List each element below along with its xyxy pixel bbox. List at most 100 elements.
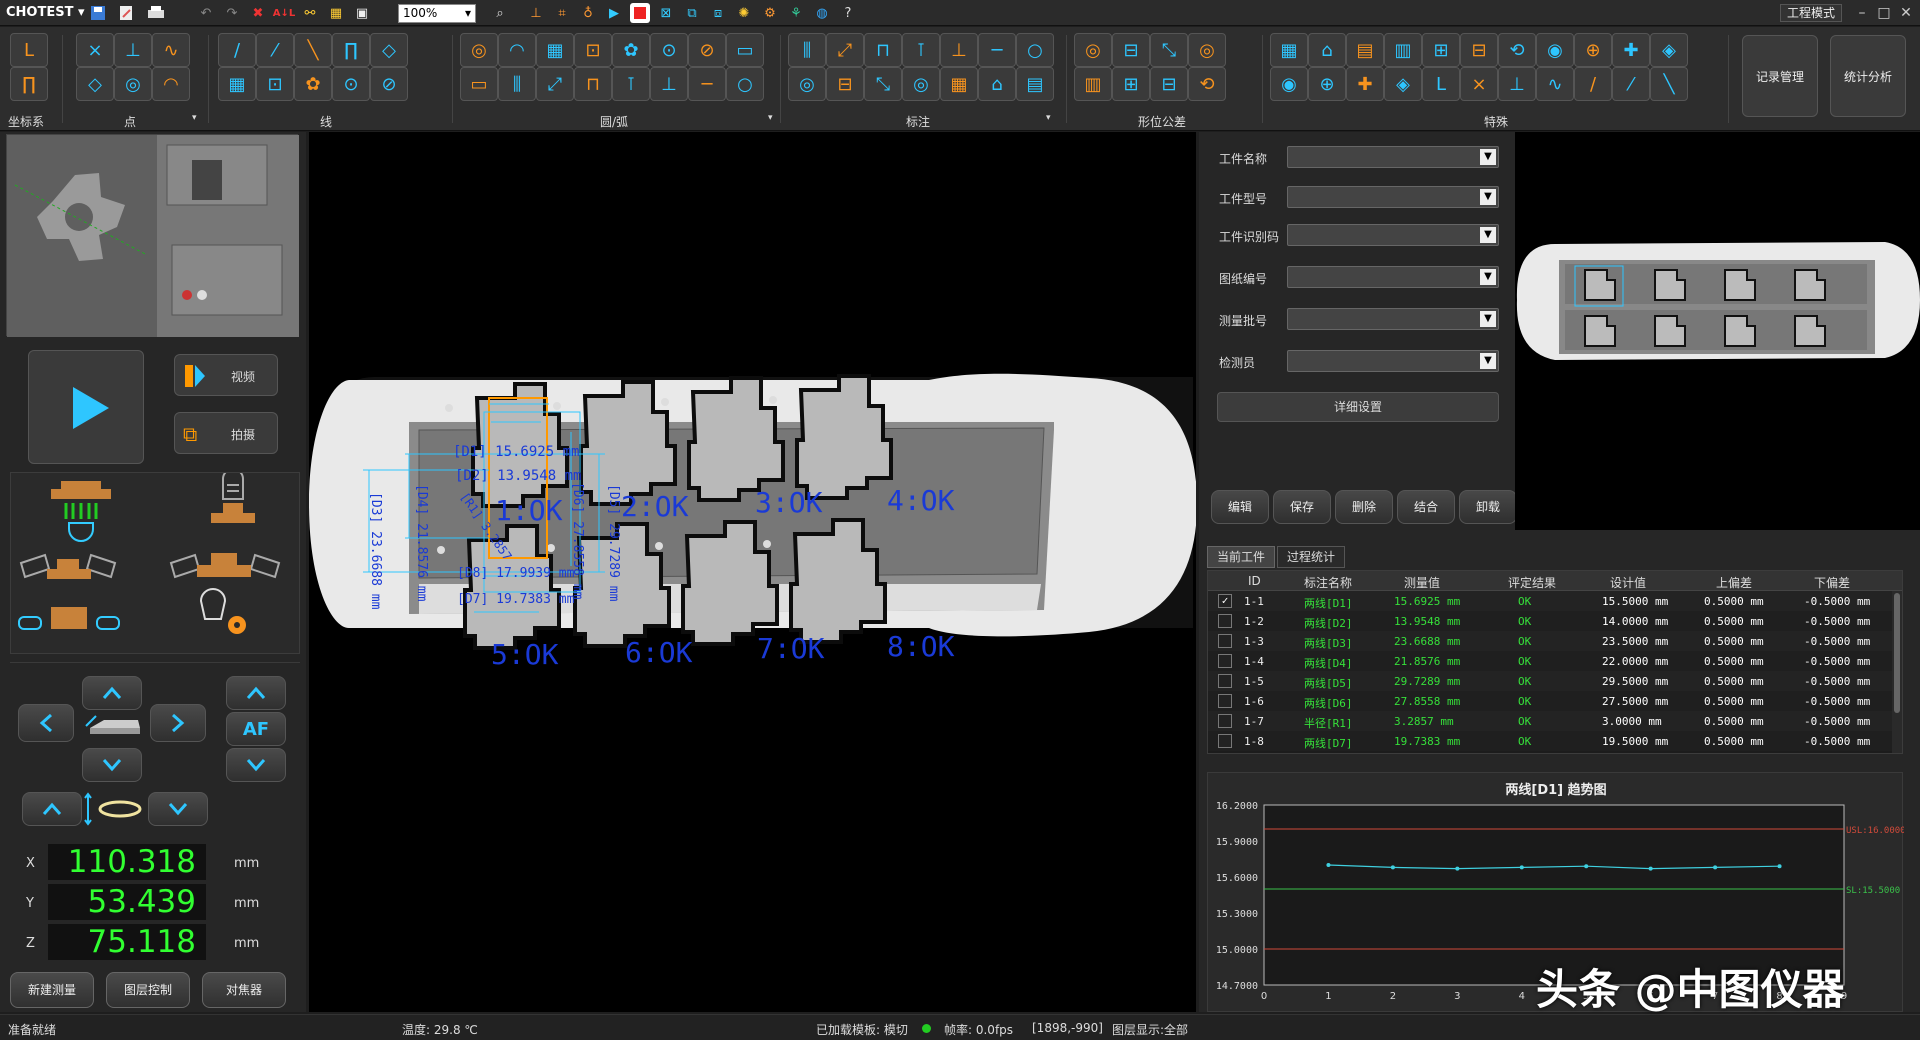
ribbon-tool-button[interactable]: ◠ (498, 33, 536, 67)
coaxial-light-icon[interactable] (51, 481, 111, 542)
batch-number-select[interactable]: ▼ (1287, 308, 1499, 330)
settings-gear-icon[interactable]: ⚙ (760, 3, 780, 23)
ribbon-tool-button[interactable]: ▦ (536, 33, 574, 67)
ribbon-tool-button[interactable]: ⟲ (1188, 67, 1226, 101)
ribbon-tool-button[interactable]: ⤡ (1150, 33, 1188, 67)
row-checkbox[interactable] (1218, 614, 1232, 628)
point-expand-icon[interactable]: ▾ (192, 113, 197, 123)
row-checkbox[interactable] (1218, 674, 1232, 688)
redo-icon[interactable]: ↷ (222, 3, 242, 23)
ribbon-tool-button[interactable]: ⊓ (864, 33, 902, 67)
table-scrollbar[interactable] (1892, 591, 1902, 753)
ribbon-tool-button[interactable]: ⊟ (826, 67, 864, 101)
move-left-button[interactable] (18, 704, 74, 742)
zoom-fit-icon[interactable]: ⌕ (490, 3, 510, 23)
save-icon[interactable] (88, 3, 108, 23)
record-management-button[interactable]: 记录管理 (1742, 35, 1818, 117)
maximize-icon[interactable]: □ (1874, 3, 1894, 23)
ribbon-tool-button[interactable]: / (218, 33, 256, 67)
ribbon-tool-button[interactable]: ○ (1016, 33, 1054, 67)
app-menu-button[interactable]: CHOTEST ▾ (6, 5, 85, 20)
machine-3d-view[interactable] (6, 134, 299, 337)
detail-settings-button[interactable]: 详细设置 (1217, 392, 1499, 422)
ribbon-tool-button[interactable]: ▦ (940, 67, 978, 101)
ribbon-tool-button[interactable]: ⊞ (1422, 33, 1460, 67)
ribbon-tool-button[interactable]: ∏ (332, 33, 370, 67)
ribbon-tool-button[interactable]: ◎ (902, 67, 940, 101)
row-checkbox[interactable] (1218, 654, 1232, 668)
table-row[interactable]: 1-7 半径[R1] 3.2857 mm OK 3.0000 mm 0.5000 mm -0… (1208, 711, 1892, 731)
ribbon-tool-button[interactable]: ◎ (1188, 33, 1226, 67)
ribbon-tool-button[interactable]: ▦ (1270, 33, 1308, 67)
ribbon-tool-button[interactable]: ◉ (1536, 33, 1574, 67)
part-model-select[interactable]: ▼ (1287, 186, 1499, 208)
plugin-icon[interactable]: ⚘ (786, 3, 806, 23)
ribbon-tool-button[interactable]: ⊥ (1498, 67, 1536, 101)
mode-badge[interactable]: 工程模式 (1780, 4, 1842, 22)
ribbon-tool-button[interactable]: ▤ (1016, 67, 1054, 101)
frame-icon[interactable]: ⌗ (552, 3, 572, 23)
surface-light-icon[interactable] (18, 607, 120, 630)
ribbon-tool-button[interactable]: ∏ (10, 67, 48, 101)
overview-thumbnail[interactable] (1515, 132, 1920, 530)
row-checkbox[interactable] (1218, 714, 1232, 728)
grid-icon[interactable]: ▦ (326, 3, 346, 23)
ribbon-tool-button[interactable]: ▦ (218, 67, 256, 101)
ribbon-tool-button[interactable]: ⊡ (574, 33, 612, 67)
capture-icon[interactable]: ⧉ (682, 3, 702, 23)
ribbon-tool-button[interactable]: ⊥ (114, 33, 152, 67)
ribbon-tool-button[interactable]: ◠ (152, 67, 190, 101)
bottom-light-icon[interactable] (19, 553, 117, 579)
light-icon[interactable]: ✺ (734, 3, 754, 23)
ribbon-tool-button[interactable]: ◎ (788, 67, 826, 101)
ribbon-tool-button[interactable]: ◉ (1270, 67, 1308, 101)
circle-expand-icon[interactable]: ▾ (768, 113, 773, 123)
light-settings-icon[interactable] (199, 588, 246, 634)
ribbon-tool-button[interactable]: ∿ (152, 33, 190, 67)
ribbon-tool-button[interactable]: ⊺ (612, 67, 650, 101)
row-checkbox[interactable] (1218, 634, 1232, 648)
link-icon[interactable]: ⚯ (300, 3, 320, 23)
ribbon-tool-button[interactable]: ⊥ (940, 33, 978, 67)
ribbon-tool-button[interactable]: ◎ (114, 67, 152, 101)
ribbon-tool-button[interactable]: × (76, 33, 114, 67)
ribbon-tool-button[interactable]: ⊟ (1112, 33, 1150, 67)
video-button[interactable]: 视频 (174, 354, 278, 396)
ribbon-tool-button[interactable]: ⌂ (978, 67, 1016, 101)
ribbon-tool-button[interactable]: ✚ (1612, 33, 1650, 67)
ribbon-tool-button[interactable]: ⊕ (1574, 33, 1612, 67)
row-checkbox[interactable]: ✓ (1218, 594, 1232, 608)
help-icon[interactable]: ? (838, 3, 858, 23)
ribbon-tool-button[interactable]: ✿ (612, 33, 650, 67)
edit-button[interactable]: 编辑 (1211, 490, 1269, 524)
ribbon-tool-button[interactable]: ⫼ (788, 33, 826, 67)
ribbon-tool-button[interactable]: ⊟ (1460, 33, 1498, 67)
ribbon-tool-button[interactable]: ⊟ (1150, 67, 1188, 101)
print-icon[interactable] (146, 3, 166, 23)
tab-current-part[interactable]: 当前工件 (1207, 546, 1275, 568)
ribbon-tool-button[interactable]: ╲ (1650, 67, 1688, 101)
z-up-button[interactable] (226, 676, 286, 710)
ribbon-tool-button[interactable]: ⊺ (902, 33, 940, 67)
ribbon-tool-button[interactable]: ⌂ (1308, 33, 1346, 67)
row-checkbox[interactable] (1218, 734, 1232, 748)
ribbon-tool-button[interactable]: ⊓ (574, 67, 612, 101)
measurement-image-view[interactable]: [D1] 15.6925 mm [D2] 13.9548 mm [D3] 23.… (309, 132, 1196, 1012)
table-row[interactable]: ✓ 1-1 两线[D1] 15.6925 mm OK 15.5000 mm 0.5000 m… (1208, 591, 1892, 611)
ribbon-tool-button[interactable]: ⤢ (536, 67, 574, 101)
undo-icon[interactable]: ↶ (196, 3, 216, 23)
delete-icon[interactable]: ✖ (248, 3, 268, 23)
ribbon-tool-button[interactable]: ▭ (460, 67, 498, 101)
table-row[interactable]: 1-6 两线[D6] 27.8558 mm OK 27.5000 mm 0.5000 mm… (1208, 691, 1892, 711)
globe-icon[interactable]: ◍ (812, 3, 832, 23)
ribbon-tool-button[interactable]: ⟲ (1498, 33, 1536, 67)
autofocus-button[interactable]: AF (226, 712, 286, 746)
delete-button[interactable]: 删除 (1335, 490, 1393, 524)
run-icon[interactable]: ▶ (604, 3, 624, 23)
auto-select-icon[interactable]: A↓L (273, 3, 296, 23)
table-row[interactable]: 1-5 两线[D5] 29.7289 mm OK 29.5000 mm 0.5000 mm… (1208, 671, 1892, 691)
ribbon-tool-button[interactable]: ⊙ (332, 67, 370, 101)
move-right-button[interactable] (150, 704, 206, 742)
ribbon-tool-button[interactable]: L (10, 33, 48, 67)
table-row[interactable]: 1-3 两线[D3] 23.6688 mm OK 23.5000 mm 0.5000 mm… (1208, 631, 1892, 651)
